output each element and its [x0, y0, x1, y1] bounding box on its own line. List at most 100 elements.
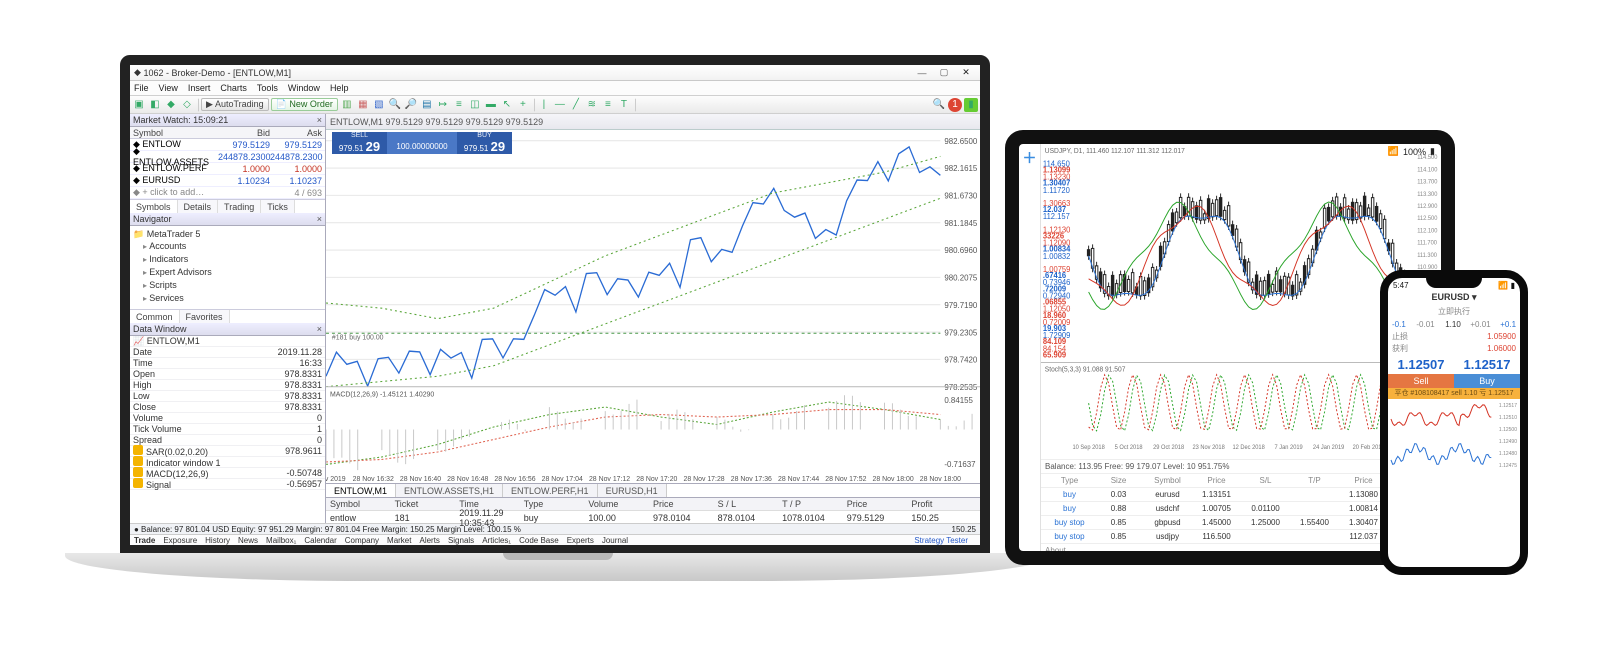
nav-accounts[interactable]: Accounts — [133, 240, 322, 253]
tab-common[interactable]: Common — [130, 310, 180, 323]
market-watch-close-icon[interactable]: × — [317, 115, 322, 125]
nav-services[interactable]: Services — [133, 292, 322, 305]
data-window-row: Date2019.11.28 — [130, 347, 325, 358]
phone-buy-button[interactable]: Buy — [1454, 374, 1520, 388]
phone-volume-row[interactable]: -0.1 -0.01 1.10 +0.01 +0.1 — [1388, 318, 1520, 330]
toolbox-tab[interactable]: Mailbox₁ — [266, 536, 296, 545]
toolbar-vline-icon[interactable]: | — [537, 98, 551, 112]
menu-window[interactable]: Window — [288, 83, 320, 93]
svg-text:28 Nov 17:04: 28 Nov 17:04 — [542, 474, 583, 483]
tablet-add-icon[interactable]: ＋ — [1023, 148, 1037, 168]
toolbar-equidistant-icon[interactable]: ≋ — [585, 98, 599, 112]
navigator-close-icon[interactable]: × — [317, 214, 322, 224]
phone-close-position[interactable]: 平仓 #108108417 sell 1.10 亏 1.12517 — [1388, 388, 1520, 399]
menu-help[interactable]: Help — [330, 83, 349, 93]
phone-symbol[interactable]: EURUSD ▾ — [1388, 292, 1520, 306]
data-window-row: High978.8331 — [130, 380, 325, 391]
toolbox-tab[interactable]: Calendar — [304, 536, 336, 545]
toolbar-folder-icon[interactable]: ▣ — [132, 98, 146, 112]
toolbox-tab[interactable]: History — [205, 536, 230, 545]
toolbar-chart-bar-icon[interactable]: ▥ — [340, 98, 354, 112]
market-watch-row[interactable]: ◆ EURUSD1.102341.10237 — [130, 175, 325, 187]
svg-text:-0.71637: -0.71637 — [944, 460, 976, 469]
nav-indicators[interactable]: Indicators — [133, 253, 322, 266]
tab-details[interactable]: Details — [178, 200, 219, 213]
menu-view[interactable]: View — [159, 83, 178, 93]
volume-display[interactable]: 100.00000000 — [387, 132, 457, 154]
svg-text:0.84155: 0.84155 — [944, 396, 973, 405]
tab-ticks[interactable]: Ticks — [261, 200, 295, 213]
toolbar-hline-icon[interactable]: — — [553, 98, 567, 112]
toolbox-tab[interactable]: Code Base — [519, 536, 559, 545]
toolbar-search-icon[interactable]: 🔍 — [932, 98, 946, 112]
new-order-button[interactable]: 📄 New Order — [271, 98, 338, 111]
market-watch-row[interactable]: ◆ ENTLOW.PERF1.00001.0000 — [130, 163, 325, 175]
toolbox-tab[interactable]: News — [238, 536, 258, 545]
toolbar-status-icon[interactable]: ▮ — [964, 98, 978, 112]
svg-text:112.157: 112.157 — [1043, 212, 1070, 221]
buy-button[interactable]: BUY 979.51 29 — [457, 132, 512, 154]
market-watch-row[interactable]: ◆ + click to add…4 / 693 — [130, 187, 325, 199]
menu-file[interactable]: File — [134, 83, 149, 93]
toolbar-fibo-icon[interactable]: ≡ — [601, 98, 615, 112]
toolbar-alert-icon[interactable]: 1 — [948, 98, 962, 112]
toolbox-tab[interactable]: Journal — [602, 536, 628, 545]
toolbar-cursor-icon[interactable]: ↖ — [500, 98, 514, 112]
toolbar-chart-candle-icon[interactable]: ▦ — [356, 98, 370, 112]
maximize-button[interactable]: ▢ — [934, 67, 954, 79]
toolbox-tab[interactable]: Company — [345, 536, 379, 545]
chart-tab-4[interactable]: EURUSD,H1 — [598, 484, 667, 497]
toolbox-tab[interactable]: Experts — [567, 536, 594, 545]
toolbar-zoom-in-icon[interactable]: 🔍 — [388, 98, 402, 112]
sell-button[interactable]: SELL 979.51 29 — [332, 132, 387, 154]
menu-tools[interactable]: Tools — [257, 83, 278, 93]
tab-trading[interactable]: Trading — [218, 200, 261, 213]
toolbox-tab[interactable]: Signals — [448, 536, 474, 545]
toolbar-zoom-out-icon[interactable]: 🔎 — [404, 98, 418, 112]
menu-charts[interactable]: Charts — [220, 83, 247, 93]
data-window-close-icon[interactable]: × — [317, 324, 322, 334]
toolbar: ▣ ◧ ◆ ◇ ▶ AutoTrading 📄 New Order ▥ ▦ ▧ … — [130, 96, 980, 114]
close-button[interactable]: ✕ — [956, 67, 976, 79]
toolbar-diamond-icon[interactable]: ◆ — [164, 98, 178, 112]
data-window-header: 📈 ENTLOW,M1 — [130, 336, 325, 347]
data-window-title: Data Window× — [130, 323, 325, 336]
autotrading-button[interactable]: ▶ AutoTrading — [201, 98, 269, 111]
toolbar-templates-icon[interactable]: ▬ — [484, 98, 498, 112]
phone-sell-button[interactable]: Sell — [1388, 374, 1454, 388]
toolbar-periods-icon[interactable]: ◫ — [468, 98, 482, 112]
toolbar-star-icon[interactable]: ◇ — [180, 98, 194, 112]
nav-root[interactable]: 📁 MetaTrader 5 — [133, 228, 322, 240]
toolbar-crosshair-icon[interactable]: + — [516, 98, 530, 112]
chart-tab-2[interactable]: ENTLOW.ASSETS,H1 — [396, 484, 503, 497]
nav-experts[interactable]: Expert Advisors — [133, 266, 322, 279]
phone-sl-row[interactable]: 止损1.05900 — [1388, 330, 1520, 342]
data-window-row: Close978.8331 — [130, 402, 325, 413]
nav-scripts[interactable]: Scripts — [133, 279, 322, 292]
data-window-row: Open978.8331 — [130, 369, 325, 380]
toolbar-grid-icon[interactable]: ▤ — [420, 98, 434, 112]
chart-area[interactable]: SELL 979.51 29 100.00000000 BUY 979.51 2… — [326, 130, 980, 483]
toolbox-tab[interactable]: Alerts — [419, 536, 439, 545]
toolbar-arrow-icon[interactable]: ◧ — [148, 98, 162, 112]
tab-favorites[interactable]: Favorites — [180, 310, 230, 323]
menu-insert[interactable]: Insert — [188, 83, 211, 93]
chart-tab-1[interactable]: ENTLOW,M1 — [326, 484, 396, 497]
toolbar-chart-line-icon[interactable]: ▧ — [372, 98, 386, 112]
minimize-button[interactable]: — — [912, 67, 932, 79]
toolbar-shift-icon[interactable]: ↦ — [436, 98, 450, 112]
toolbox-tab[interactable]: Exposure — [163, 536, 197, 545]
toolbar-indicators-icon[interactable]: ≡ — [452, 98, 466, 112]
toolbox-tab[interactable]: Trade — [134, 536, 155, 545]
phone-tp-row[interactable]: 获利1.06000 — [1388, 342, 1520, 354]
toolbox-tab[interactable]: Market — [387, 536, 411, 545]
toolbar-text-icon[interactable]: T — [617, 98, 631, 112]
chart-tab-3[interactable]: ENTLOW.PERF,H1 — [503, 484, 598, 497]
data-window-row: Tick Volume1 — [130, 424, 325, 435]
market-watch-row[interactable]: ◆ ENTLOW.ASSETS244878.2300244878.2300 — [130, 151, 325, 163]
trades-panel: SymbolTicketTimeTypeVolumePriceS / LT / … — [326, 497, 980, 523]
toolbar-trendline-icon[interactable]: ╱ — [569, 98, 583, 112]
tab-symbols[interactable]: Symbols — [130, 200, 178, 213]
toolbox-tab[interactable]: Articles₁ — [482, 536, 511, 545]
strategy-tester-link[interactable]: Strategy Tester — [914, 536, 968, 545]
